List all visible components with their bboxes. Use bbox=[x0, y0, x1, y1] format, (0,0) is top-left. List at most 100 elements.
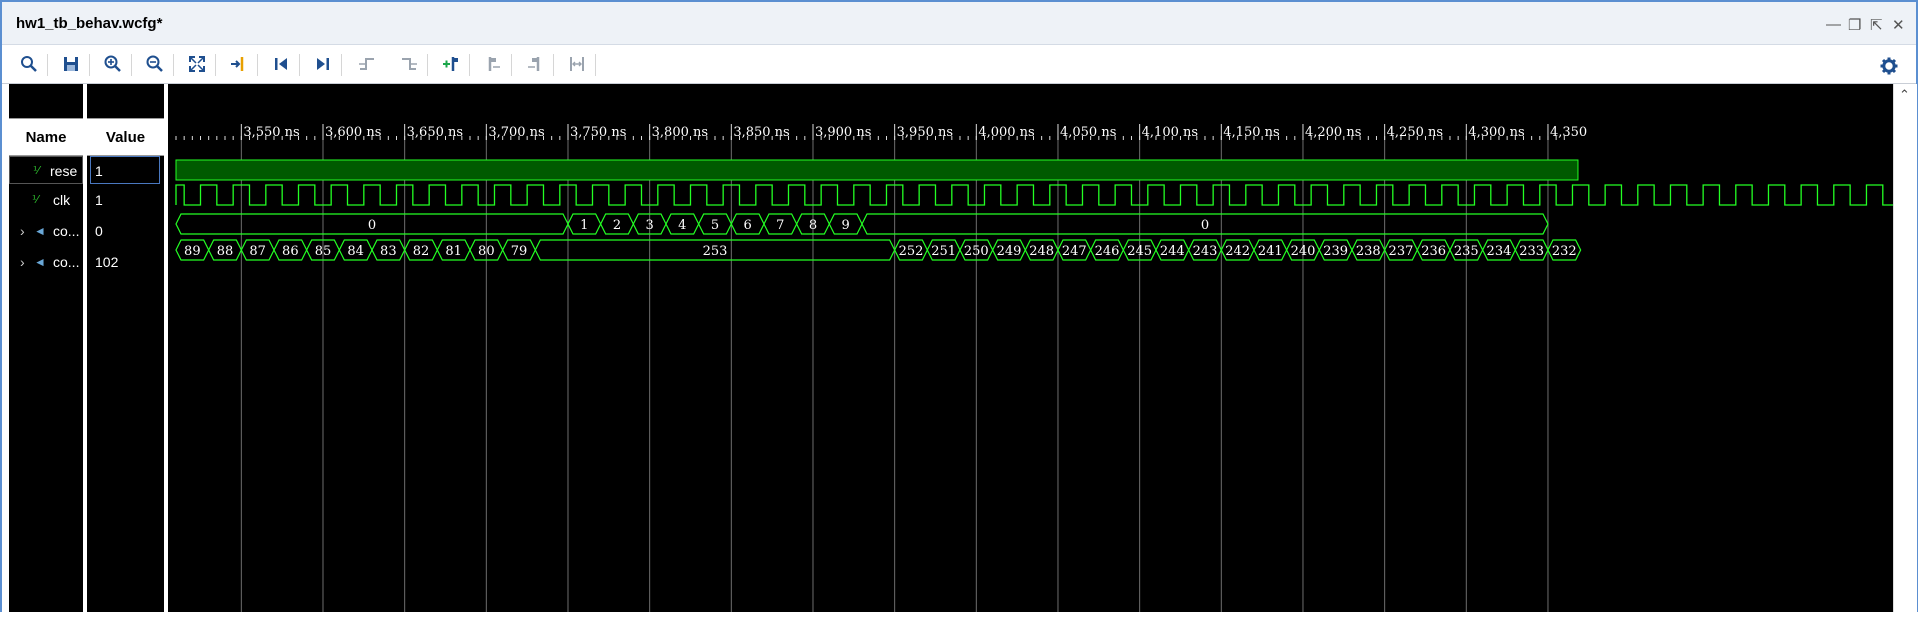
count-down-bus-value-label: 89 bbox=[184, 244, 201, 259]
signal-value: 1 bbox=[95, 192, 103, 208]
time-label: 4,300 ns bbox=[1468, 125, 1524, 140]
toolbar-separator bbox=[469, 54, 470, 76]
signal-row-clk[interactable]: ⅟ clk bbox=[9, 186, 83, 214]
toolbar-separator bbox=[89, 54, 90, 76]
time-label: 3,850 ns bbox=[733, 125, 789, 140]
logic-signal-icon: ⅟ bbox=[33, 165, 40, 177]
time-label: 4,150 ns bbox=[1223, 125, 1279, 140]
count-down-bus-value-label: 246 bbox=[1095, 244, 1120, 259]
go-to-last-time-icon[interactable] bbox=[310, 51, 336, 77]
toolbar-separator bbox=[595, 54, 596, 76]
count-down-bus-value-label: 80 bbox=[478, 244, 495, 259]
name-column-header: Name bbox=[9, 118, 83, 156]
signal-value-panel: Value 1 1 0 102 bbox=[87, 84, 164, 612]
time-label: 3,550 ns bbox=[243, 125, 299, 140]
window-title: hw1_tb_behav.wcfg* bbox=[16, 15, 163, 32]
count-up-bus-value-label: 1 bbox=[580, 218, 588, 233]
count-down-bus-value-label: 248 bbox=[1029, 244, 1054, 259]
count-up-bus-value-label: 0 bbox=[368, 218, 376, 233]
expand-chevron-icon[interactable]: › bbox=[20, 248, 25, 276]
count-down-bus-value-label: 239 bbox=[1323, 244, 1348, 259]
count-down-bus-value-label: 242 bbox=[1225, 244, 1250, 259]
zoom-out-icon[interactable] bbox=[142, 51, 168, 77]
signal-value: 0 bbox=[95, 223, 103, 239]
count-down-bus-value-label: 237 bbox=[1389, 244, 1414, 259]
signal-name: clk bbox=[53, 192, 71, 208]
waveform-canvas[interactable]: 3,550 ns 3,600 ns 3,650 ns 3,700 ns 3,750 ns… bbox=[168, 84, 1900, 612]
count-down-bus-value-label: 82 bbox=[413, 244, 430, 259]
time-label: 4,000 ns bbox=[978, 125, 1034, 140]
count-down-bus-value-label: 243 bbox=[1193, 244, 1218, 259]
reset-wave bbox=[175, 159, 1579, 181]
time-label: 4,200 ns bbox=[1305, 125, 1361, 140]
go-to-time-zero-icon[interactable] bbox=[268, 51, 294, 77]
zoom-fit-icon[interactable] bbox=[184, 51, 210, 77]
save-icon[interactable] bbox=[58, 51, 84, 77]
time-label: 4,250 ns bbox=[1387, 125, 1443, 140]
waveform-toolbar bbox=[2, 45, 1916, 84]
count-down-bus-value-label: 235 bbox=[1454, 244, 1479, 259]
restore-icon[interactable]: ❐ bbox=[1848, 16, 1861, 34]
count-up-bus-value-label: 7 bbox=[776, 218, 784, 233]
clk-wave bbox=[175, 184, 1900, 206]
signal-row-reset[interactable]: ⅟ rese bbox=[9, 156, 83, 184]
count-up-bus-value-label: 8 bbox=[809, 218, 817, 233]
toolbar-separator bbox=[511, 54, 512, 76]
signal-value: 102 bbox=[95, 254, 119, 270]
scroll-up-icon[interactable]: ⌃ bbox=[1899, 87, 1910, 103]
minimize-icon[interactable]: — bbox=[1826, 16, 1841, 33]
count-down-bus-value-label: 81 bbox=[445, 244, 462, 259]
gear-icon[interactable] bbox=[1876, 53, 1902, 79]
toolbar-separator bbox=[341, 54, 342, 76]
count-down-bus-value-label: 244 bbox=[1160, 244, 1185, 259]
swap-cursors-icon[interactable] bbox=[564, 51, 590, 77]
count-down-bus-value-label: 234 bbox=[1487, 244, 1512, 259]
count-up-bus-value-label: 6 bbox=[744, 218, 752, 233]
count-down-bus-value-label: 79 bbox=[511, 244, 528, 259]
vertical-scrollbar[interactable]: ⌃ bbox=[1893, 84, 1917, 612]
toolbar-separator bbox=[47, 54, 48, 76]
time-label: 3,650 ns bbox=[407, 125, 463, 140]
count-up-bus-value-label: 9 bbox=[842, 218, 850, 233]
count-down-bus-value-label: 241 bbox=[1258, 244, 1283, 259]
count-down-bus-value-label: 240 bbox=[1291, 244, 1316, 259]
count-down-bus-value-label: 85 bbox=[315, 244, 332, 259]
signal-value: 1 bbox=[90, 156, 160, 184]
count-down-bus-value-label: 236 bbox=[1421, 244, 1446, 259]
zoom-in-icon[interactable] bbox=[100, 51, 126, 77]
signal-row-count-up[interactable]: › ◄ co... bbox=[9, 217, 83, 245]
signal-name: co... bbox=[53, 254, 80, 270]
signal-row-count-down[interactable]: › ◄ co... bbox=[9, 248, 83, 276]
next-transition-icon[interactable] bbox=[396, 51, 422, 77]
waveform-svg: 3,550 ns 3,600 ns 3,650 ns 3,700 ns 3,750 ns… bbox=[175, 124, 1900, 612]
time-label: 4,350 bbox=[1550, 125, 1587, 140]
go-to-cursor-icon[interactable] bbox=[226, 51, 252, 77]
previous-marker-icon[interactable] bbox=[480, 51, 506, 77]
previous-transition-icon[interactable] bbox=[354, 51, 380, 77]
count-up-bus-value-label: 2 bbox=[613, 218, 621, 233]
count-down-bus-value-label: 87 bbox=[249, 244, 266, 259]
time-label: 3,950 ns bbox=[897, 125, 953, 140]
count-down-bus-value-label: 251 bbox=[931, 244, 956, 259]
time-label: 3,750 ns bbox=[570, 125, 626, 140]
count-down-bus-value-label: 238 bbox=[1356, 244, 1381, 259]
value-column-header: Value bbox=[87, 118, 164, 156]
count-down-bus-value-label: 247 bbox=[1062, 244, 1087, 259]
search-icon[interactable] bbox=[16, 51, 42, 77]
signal-name: rese bbox=[50, 163, 78, 179]
signal-name: co... bbox=[53, 223, 80, 239]
expand-chevron-icon[interactable]: › bbox=[20, 217, 25, 245]
toolbar-separator bbox=[553, 54, 554, 76]
count-down-bus-value-label: 232 bbox=[1552, 244, 1577, 259]
count-down-bus-value-label: 233 bbox=[1519, 244, 1544, 259]
close-icon[interactable]: ✕ bbox=[1892, 16, 1905, 34]
maximize-icon[interactable]: ⇱ bbox=[1870, 16, 1883, 34]
add-marker-icon[interactable] bbox=[438, 51, 464, 77]
toolbar-separator bbox=[257, 54, 258, 76]
title-bar: hw1_tb_behav.wcfg* — ❐ ⇱ ✕ bbox=[2, 2, 1916, 45]
time-label: 3,800 ns bbox=[652, 125, 708, 140]
logic-signal-icon: ⅟ bbox=[32, 194, 39, 206]
next-marker-icon[interactable] bbox=[522, 51, 548, 77]
count-down-bus-value-label: 245 bbox=[1127, 244, 1152, 259]
count-down-bus-value-label: 88 bbox=[217, 244, 234, 259]
